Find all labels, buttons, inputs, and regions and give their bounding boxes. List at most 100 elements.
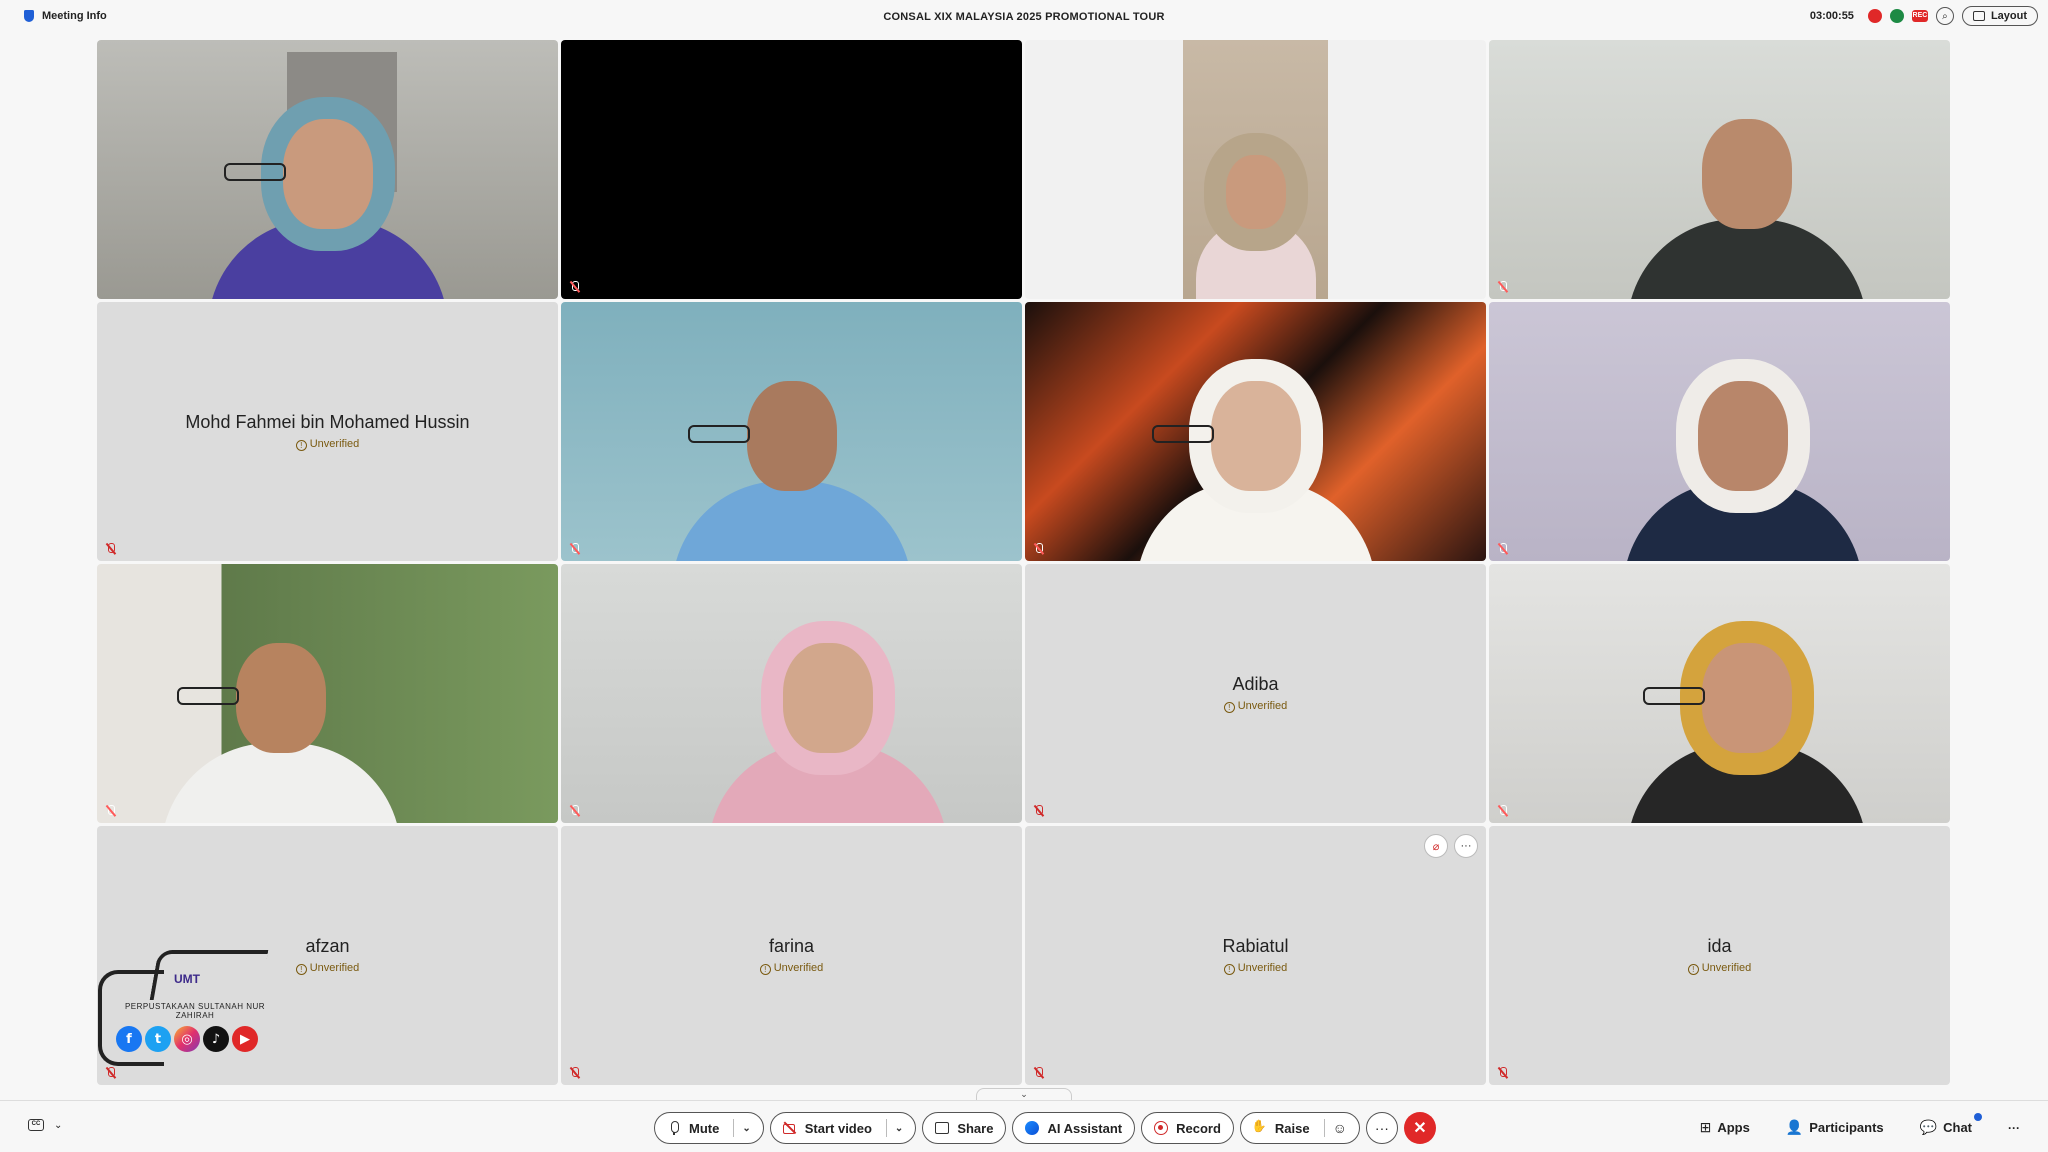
video-off-icon [782,1121,797,1135]
muted-mic-icon [1033,805,1045,817]
name-tile-5[interactable]: Mohd Fahmei bin Mohamed Hussin ! Unverifi… [97,302,558,561]
muted-mic-icon [1497,1067,1509,1079]
apps-icon: ⊞ [1699,1119,1712,1135]
chat-icon: 💬 [1919,1119,1938,1135]
share-label: Share [957,1120,994,1136]
record-button[interactable]: Record [1141,1112,1234,1144]
muted-mic-icon [1497,543,1509,555]
video-tile-12[interactable] [1489,564,1950,823]
library-name: PERPUSTAKAAN SULTANAH NUR ZAHIRAH [124,1002,266,1020]
grid-icon [1972,11,1985,21]
video-tile-7[interactable] [1025,302,1486,561]
participant-name: ida [1707,936,1732,956]
layout-button[interactable]: Layout [1961,6,2038,26]
chevron-down-icon[interactable]: ⌄ [742,1123,750,1134]
more-options-icon[interactable]: ··· [1454,834,1478,858]
participant-video [561,302,1022,561]
video-tile-3[interactable] [1025,40,1486,299]
youtube-icon: ▶ [232,1026,258,1052]
connection-status-icon[interactable] [1889,9,1904,23]
unverified-status: ! Unverified [1489,962,1950,975]
layout-label: Layout [1990,10,2027,22]
participants-button[interactable]: 👤 Participants [1786,1119,1884,1136]
apps-button[interactable]: ⊞ Apps [1700,1119,1750,1136]
ai-assistant-button[interactable]: AI Assistant [1012,1112,1136,1144]
muted-mic-icon [1033,543,1045,555]
video-tile-1[interactable] [97,40,558,299]
end-meeting-button[interactable]: ✕ [1403,1112,1436,1144]
live-rec-badge[interactable]: REC [1911,10,1928,22]
participant-video [97,564,558,823]
muted-mic-icon [105,543,117,555]
meeting-title: CONSAL XIX MALAYSIA 2025 PROMOTIONAL TOU… [883,11,1165,23]
participant-video [1183,40,1328,299]
participant-name: Rabiatul [1222,936,1289,956]
share-button[interactable]: Share [922,1112,1007,1144]
start-video-button[interactable]: Start video ⌄ [769,1112,917,1144]
apps-label: Apps [1717,1120,1750,1135]
more-options-button[interactable]: ··· [1365,1112,1398,1144]
captions-icon[interactable]: CC [28,1119,44,1131]
ai-assistant-label: AI Assistant [1047,1120,1123,1136]
video-tile-6[interactable] [561,302,1022,561]
video-tile-4[interactable] [1489,40,1950,299]
mute-button[interactable]: Mute ⌄ [654,1112,764,1144]
tiktok-icon: ♪ [203,1026,229,1052]
tile-actions: ⌀ ··· [1424,834,1478,858]
captions-control[interactable]: CC ⌄ [28,1119,62,1131]
recording-status-icon[interactable] [1867,9,1882,23]
muted-mic-icon [1033,1067,1045,1079]
top-right-controls: 03:00:55 REC ⌕ Layout [1810,6,2038,26]
unverified-status: ! Unverified [1025,700,1486,713]
participant-name: Adiba [1232,674,1279,694]
overflow-menu-button[interactable]: ··· [2008,1121,2020,1135]
bottom-toolbar: CC ⌄ Mute ⌄ Start video ⌄ Share AI Assis… [0,1100,2048,1152]
video-tile-10[interactable] [561,564,1022,823]
name-tile-14[interactable]: farina ! Unverified [561,826,1022,1085]
muted-mic-icon [1497,281,1509,293]
zoom-search-icon[interactable]: ⌕ [1935,7,1954,25]
video-tile-8[interactable] [1489,302,1950,561]
start-video-label: Start video [804,1120,872,1136]
participants-icon: 👤 [1785,1119,1804,1135]
raise-label: Raise [1274,1120,1310,1136]
participant-video [1025,302,1486,561]
microphone-icon [667,1121,681,1135]
warning-icon: ! [1223,964,1235,975]
muted-mic-icon [569,543,581,555]
name-tile-11[interactable]: Adiba ! Unverified [1025,564,1486,823]
warning-icon: ! [295,964,307,975]
participant-name: Mohd Fahmei bin Mohamed Hussin [185,412,470,432]
chat-notification-badge [1974,1113,1982,1121]
unverified-status: ! Unverified [1025,962,1486,975]
video-tile-9[interactable] [97,564,558,823]
reactions-icon[interactable]: ☺ [1333,1120,1347,1136]
raise-hand-button[interactable]: Raise ☺ [1239,1112,1360,1144]
warning-icon: ! [1223,702,1235,713]
name-tile-15[interactable]: ⌀ ··· Rabiatul ! Unverified [1025,826,1486,1085]
mute-participant-icon[interactable]: ⌀ [1424,834,1448,858]
name-tile-16[interactable]: ida ! Unverified [1489,826,1950,1085]
participant-video [561,564,1022,823]
warning-icon: ! [759,964,771,975]
participants-label: Participants [1809,1120,1884,1135]
muted-mic-icon [569,1067,581,1079]
participant-name: farina [768,936,815,956]
share-screen-icon [935,1121,950,1135]
instagram-icon: ◎ [174,1026,200,1052]
chevron-down-icon[interactable]: ⌄ [54,1120,62,1131]
chat-label: Chat [1943,1120,1972,1135]
collapse-toolbar-handle[interactable]: ⌄ [976,1088,1072,1100]
hand-icon [1252,1119,1267,1135]
warning-icon: ! [295,440,307,451]
participant-video [1489,302,1950,561]
toolbar-right-controls: ⊞ Apps 👤 Participants 💬 Chat ··· [1700,1113,2020,1136]
participant-video [97,40,558,299]
social-icons: f t ◎ ♪ ▶ [116,1026,258,1052]
record-icon [1154,1121,1169,1135]
video-tile-2[interactable] [561,40,1022,299]
chevron-down-icon[interactable]: ⌄ [895,1123,903,1134]
chat-button[interactable]: 💬 Chat [1919,1113,1982,1136]
facebook-icon: f [116,1026,142,1052]
muted-mic-icon [105,805,117,817]
